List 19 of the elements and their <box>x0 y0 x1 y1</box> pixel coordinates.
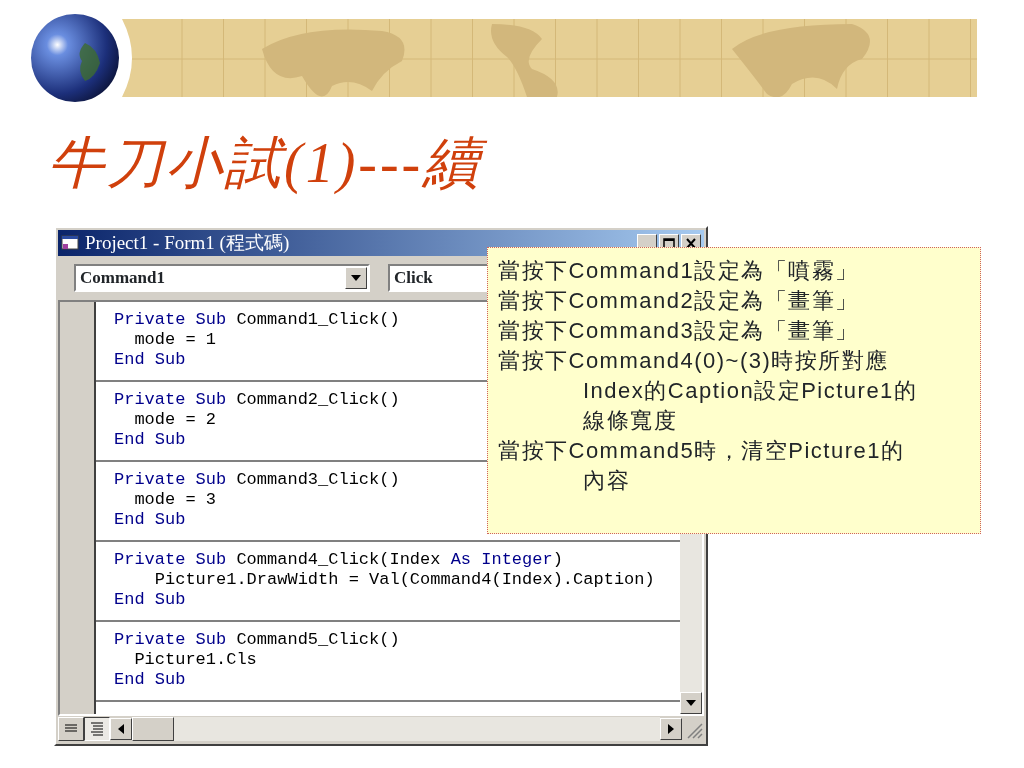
code-line: Private Sub Command3_Click() <box>114 470 400 490</box>
code-line: Private Sub Command1_Click() <box>114 310 400 330</box>
code-line: Picture1.Cls <box>133 650 257 670</box>
code-line: mode = 3 <box>133 490 217 510</box>
code-line: mode = 2 <box>133 410 217 430</box>
code-line: Private Sub Command5_Click() <box>114 630 400 650</box>
window-title: Project1 - Form1 (程式碼) <box>85 230 290 255</box>
code-line: End Sub <box>114 510 186 530</box>
code-line: Private Sub Command2_Click() <box>114 390 400 410</box>
code-line: End Sub <box>114 350 186 370</box>
code-line: End Sub <box>114 590 186 610</box>
code-line: End Sub <box>114 670 186 690</box>
code-line: Private Sub Command4_Click(Index As Integer) <box>114 550 563 570</box>
note-text: 當按下Command3設定為「畫筆」 <box>498 317 860 345</box>
code-line: End Sub <box>114 430 186 450</box>
code-line: mode = 1 <box>133 330 217 350</box>
note-text: 當按下Command4(0)~(3)時按所對應 Index的Caption設定Picture1的 線條寬度 <box>498 347 919 435</box>
note-text: 當按下Command5時，清空Picture1的 內容 <box>498 437 906 495</box>
code-line: Picture1.DrawWidth = Val(Command4(Index).Caption) <box>153 570 655 590</box>
